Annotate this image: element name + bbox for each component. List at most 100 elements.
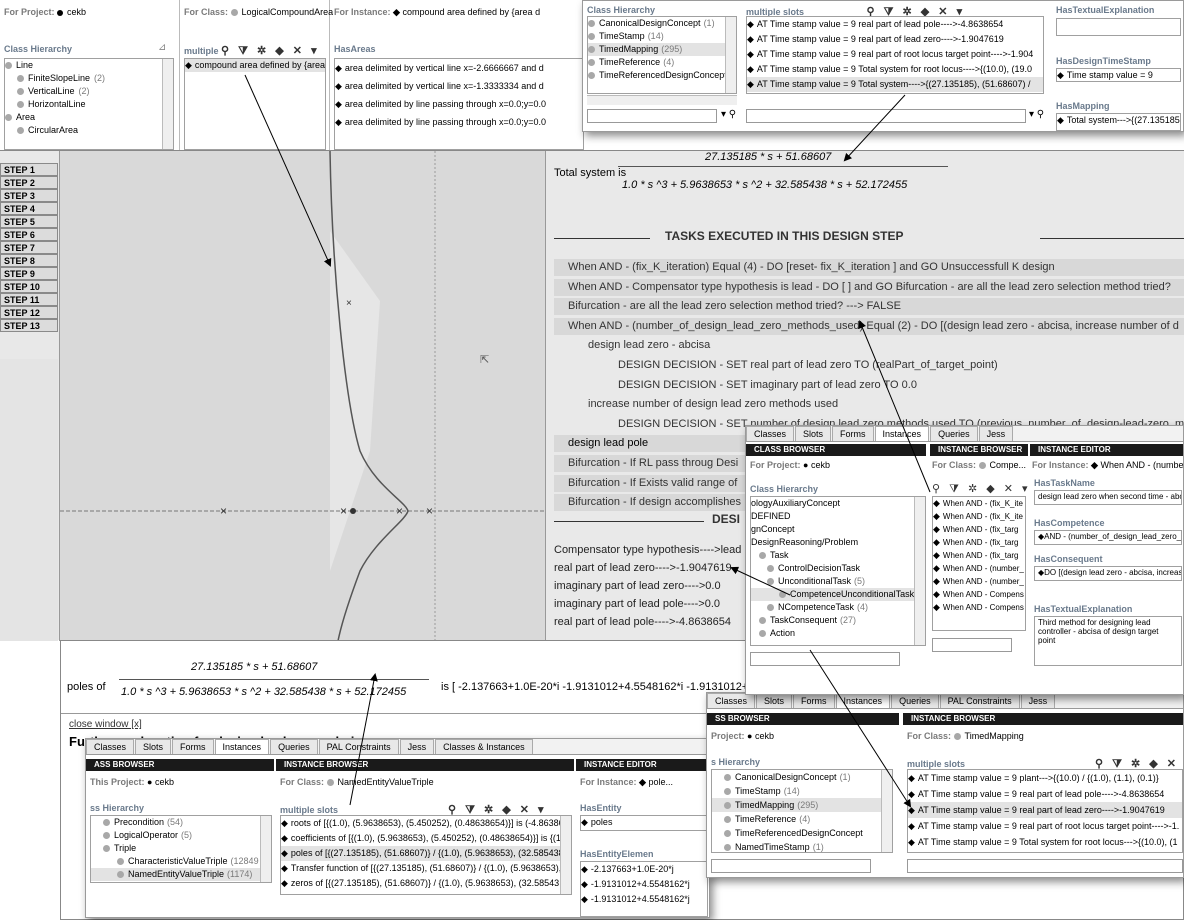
list-item[interactable]: ◆ area delimited by line passing through … — [335, 113, 583, 131]
instance-item[interactable]: ◆ When AND - (number_ — [933, 575, 1025, 588]
step-button[interactable]: STEP 3 — [0, 189, 58, 202]
step-button[interactable]: STEP 7 — [0, 241, 58, 254]
list-item[interactable]: ◆compound area defined by {area de... — [185, 59, 325, 72]
slot-item[interactable]: ◆ Transfer function of [{(27.135185), (51… — [281, 861, 571, 876]
class-item[interactable]: Triple — [91, 842, 271, 855]
instance-item[interactable]: ◆ When AND - Compens — [933, 588, 1025, 601]
tab-classes[interactable]: Classes — [707, 693, 756, 708]
tab-pal-constraints[interactable]: PAL Constraints — [939, 693, 1020, 708]
step-button[interactable]: STEP 12 — [0, 306, 58, 319]
step-button[interactable]: STEP 9 — [0, 267, 58, 280]
task-row[interactable]: increase number of design lead zero meth… — [554, 396, 1184, 413]
tab-instances[interactable]: Instances — [835, 693, 891, 708]
class-item[interactable]: ologyAuxiliaryConcept — [751, 497, 925, 510]
step-button[interactable]: STEP 11 — [0, 293, 58, 306]
class-item[interactable]: Precondition (54) — [91, 816, 271, 829]
editor-field-value[interactable]: design lead zero when second time - abci… — [1034, 490, 1182, 505]
tree-item[interactable]: VerticalLine (2) — [5, 85, 173, 98]
tab-slots[interactable]: Slots — [795, 426, 832, 441]
list-item[interactable]: ◆ area delimited by vertical line x=-1.33… — [335, 77, 583, 95]
instance-item[interactable]: ◆ When AND - (fix_targ — [933, 536, 1025, 549]
class-item[interactable]: CanonicalDesignConcept (1) — [588, 17, 736, 30]
class-item[interactable]: CanonicalDesignConcept (1) — [712, 770, 892, 784]
step-button[interactable]: STEP 6 — [0, 228, 58, 241]
tab-pal-constraints[interactable]: PAL Constraints — [318, 739, 399, 754]
bl-elements[interactable]: ◆ -2.137663+1.0E-20*j ◆ -1.9131012+4.554816… — [580, 861, 708, 917]
tab-jess[interactable]: Jess — [978, 426, 1014, 441]
task-row[interactable]: design lead zero - abcisa — [554, 337, 1184, 354]
class-item[interactable]: DesignReasoning/Problem — [751, 536, 925, 549]
step-button[interactable]: STEP 1 — [0, 163, 58, 176]
task-row[interactable]: DESIGN DECISION - SET real part of lead … — [554, 357, 1184, 374]
class-item[interactable]: DEFINED — [751, 510, 925, 523]
slot-item[interactable]: ◆ AT Time stamp value = 9 Total system fo… — [908, 834, 1182, 850]
tab-forms[interactable]: Forms — [832, 426, 874, 441]
element-item[interactable]: ◆ -1.9131012+4.5548162*j — [581, 877, 707, 892]
class-item[interactable]: NCompetenceTask (4) — [751, 601, 925, 614]
tab-classes[interactable]: Classes — [86, 739, 135, 754]
editor-field-value[interactable]: Third method for designing lead controll… — [1034, 616, 1182, 666]
slot-item[interactable]: ◆ AT Time stamp value = 9 real part of le… — [747, 17, 1043, 32]
editor-field-value[interactable]: ◆DO [(design lead zero - abcisa, increas… — [1034, 566, 1182, 581]
class-item[interactable]: TimedMapping (295) — [588, 43, 736, 56]
tree-item[interactable]: CircularArea — [5, 124, 173, 137]
task-row[interactable]: Bifurcation - are all the lead zero sele… — [554, 298, 1184, 316]
task-row[interactable]: When AND - Compensator type hypothesis i… — [554, 278, 1184, 296]
tr-class-list[interactable]: CanonicalDesignConcept (1) TimeStamp (14) Ti… — [587, 16, 737, 94]
class-item[interactable]: TimeReference (4) — [712, 812, 892, 826]
instance-item[interactable]: ◆ When AND - Compens — [933, 601, 1025, 614]
step-button[interactable]: STEP 10 — [0, 280, 58, 293]
slot-item[interactable]: ◆ poles of [{(27.135185), (51.68607)} / {… — [281, 846, 571, 861]
task-row[interactable]: DESIGN DECISION - SET imaginary part of … — [554, 377, 1184, 394]
tab-jess[interactable]: Jess — [1020, 693, 1056, 708]
slot-tool-icons[interactable]: ⚲ ⧩ ✲ ◆ ✕ ▾ — [221, 45, 320, 57]
slot-item[interactable]: ◆ AT Time stamp value = 9 plant--->{(10.0… — [908, 770, 1182, 786]
element-item[interactable]: ◆ -2.137663+1.0E-20*j — [581, 862, 707, 877]
class-item[interactable]: NamedTimeStamp (1) — [712, 840, 892, 852]
has-areas-list[interactable]: ◆ area delimited by vertical line x=-2.66… — [334, 58, 584, 150]
root-locus-plot[interactable]: × × × × × ⇱ — [59, 151, 546, 641]
class-item[interactable]: Task — [751, 549, 925, 562]
tab-instances[interactable]: Instances — [214, 739, 270, 754]
class-item[interactable]: TimeStamp (14) — [588, 30, 736, 43]
class-instance-list[interactable]: ◆compound area defined by {area de... — [184, 58, 326, 150]
slot-item[interactable]: ◆ AT Time stamp value = 9 real part of le… — [747, 32, 1043, 47]
class-item[interactable]: TimedMapping (295) — [712, 798, 892, 812]
editor-field-value[interactable]: ◆AND - (number_of_design_lead_zero_m — [1034, 530, 1182, 545]
c-class-tree[interactable]: ologyAuxiliaryConcept DEFINED gnConcept Des… — [750, 496, 926, 646]
tab-slots[interactable]: Slots — [135, 739, 172, 754]
class-item[interactable]: TaskConsequent (27) — [751, 614, 925, 627]
class-item[interactable]: CompetenceUnconditionalTask(9) — [751, 588, 925, 601]
list-item[interactable]: ◆ area delimited by vertical line x=-2.66… — [335, 59, 583, 77]
step-button[interactable]: STEP 13 — [0, 319, 58, 332]
bl-slot-list[interactable]: ◆ roots of [{(1.0), (5.9638653), (5.45025… — [280, 815, 572, 895]
slot-item[interactable]: ◆ roots of [{(1.0), (5.9638653), (5.45025… — [281, 816, 571, 831]
tr-slot-list[interactable]: ◆ AT Time stamp value = 9 real part of le… — [746, 16, 1044, 94]
class-item[interactable]: UnconditionalTask (5) — [751, 575, 925, 588]
tab-instances[interactable]: Instances — [874, 426, 930, 441]
br-slot-list[interactable]: ◆ AT Time stamp value = 9 plant--->{(10.0… — [907, 769, 1183, 853]
instance-item[interactable]: ◆ When AND - (fix_K_ite — [933, 497, 1025, 510]
tr-class-combo[interactable] — [587, 109, 717, 123]
class-item[interactable]: NamedEntityValueTriple (1174) — [91, 868, 271, 881]
tree-item[interactable]: Line — [5, 59, 173, 72]
tab-forms[interactable]: Forms — [172, 739, 214, 754]
close-window-link[interactable]: close window [x] — [69, 719, 142, 730]
tree-item[interactable]: FiniteSlopeLine (2) — [5, 72, 173, 85]
tab-classes-instances[interactable]: Classes & Instances — [435, 739, 533, 754]
step-button[interactable]: STEP 5 — [0, 215, 58, 228]
br-class-list[interactable]: CanonicalDesignConcept (1) TimeStamp (14) Ti… — [711, 769, 893, 853]
slot-item[interactable]: ◆ AT Time stamp value = 9 real part of le… — [908, 786, 1182, 802]
class-item[interactable]: ControlDecisionTask — [751, 562, 925, 575]
instance-item[interactable]: ◆ When AND - (fix_targ — [933, 523, 1025, 536]
tab-queries[interactable]: Queries — [930, 426, 978, 441]
slot-item[interactable]: ◆ AT Time stamp value = 9 Total system fo… — [747, 62, 1043, 77]
step-button[interactable]: STEP 2 — [0, 176, 58, 189]
tab-slots[interactable]: Slots — [756, 693, 793, 708]
task-row[interactable]: When AND - (fix_K_iteration) Equal (4) -… — [554, 259, 1184, 276]
instance-item[interactable]: ◆ When AND - (number_ — [933, 562, 1025, 575]
class-item[interactable]: Action — [751, 627, 925, 640]
instance-item[interactable]: ◆ When AND - (fix_K_ite — [933, 510, 1025, 523]
slot-item[interactable]: ◆ AT Time stamp value = 9 Total system---… — [747, 77, 1043, 92]
class-item[interactable]: TimeReferencedDesignConcept — [588, 69, 736, 82]
